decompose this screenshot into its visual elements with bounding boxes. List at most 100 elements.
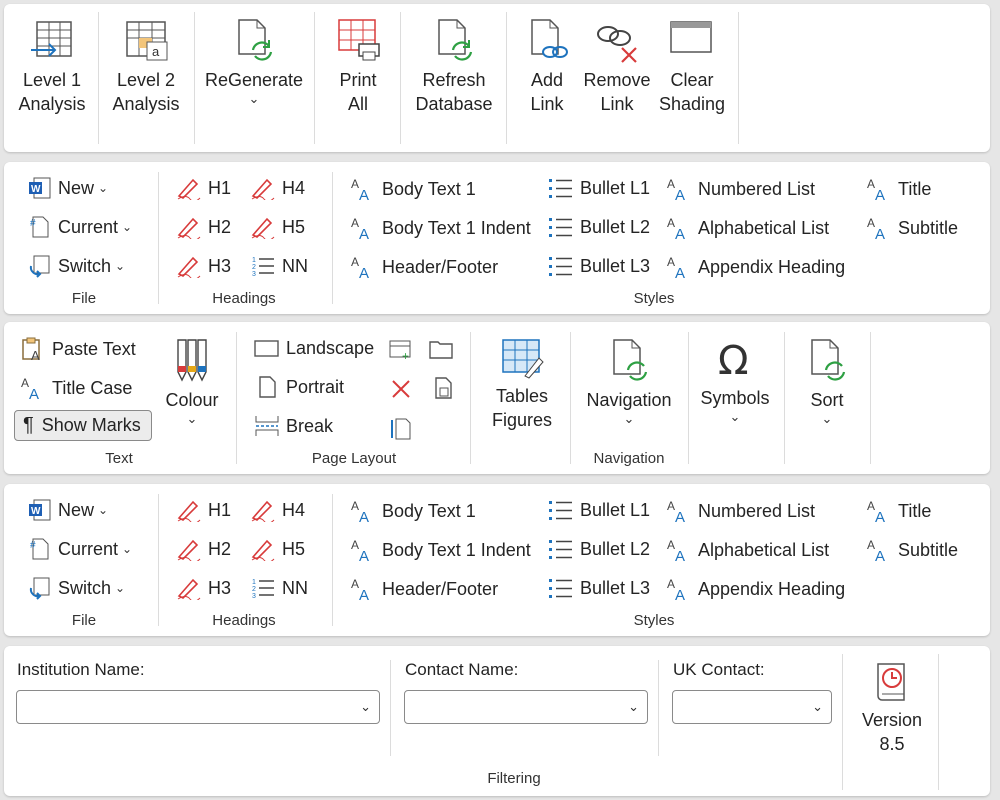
svg-text:+: + xyxy=(402,349,409,362)
chevron-down-icon: ⌄ xyxy=(812,699,823,714)
svg-text:A: A xyxy=(675,265,685,280)
break-button[interactable]: Break xyxy=(254,414,333,438)
regenerate-icon xyxy=(238,19,273,61)
chevron-down-icon: ⌄ xyxy=(122,542,133,556)
contact-name-select[interactable]: ⌄ xyxy=(404,690,648,724)
style-bullet-l3[interactable]: Bullet L3 xyxy=(548,254,650,278)
style-header-footer[interactable]: A A Header/Footer xyxy=(350,576,498,602)
style-title[interactable]: A A Title xyxy=(866,176,931,202)
heading-h5-button[interactable]: H5 xyxy=(250,215,305,239)
pilcrow-icon: ¶ xyxy=(23,414,34,436)
style-body-text-1-indent[interactable]: A A Body Text 1 Indent xyxy=(350,215,531,241)
remove-link-button[interactable]: Remove Link xyxy=(582,16,652,116)
title-label: Title xyxy=(898,178,932,199)
heading-h2-button[interactable]: H2 xyxy=(176,215,231,239)
colour-button[interactable]: Colour ⌄ xyxy=(162,336,222,426)
chevron-down-icon: ⌄ xyxy=(360,699,371,714)
nn-label: NN xyxy=(282,255,308,276)
level1-analysis-button[interactable]: Level 1 Analysis xyxy=(12,16,92,116)
tables-figures-label: Tables Figures xyxy=(491,386,553,430)
heading-nn-button[interactable]: 1 2 3 NN xyxy=(250,254,308,279)
refresh-database-label: Refresh Database xyxy=(415,70,493,114)
navigation-button[interactable]: Navigation ⌄ xyxy=(578,336,680,426)
level2-analysis-button[interactable]: a Level 2 Analysis xyxy=(106,16,186,116)
style-appendix-heading[interactable]: A A Appendix Heading xyxy=(666,254,845,280)
heading-h1-button[interactable]: H1 xyxy=(176,176,231,200)
version-button[interactable]: Version 8.5 xyxy=(852,660,932,756)
portrait-button[interactable]: Portrait xyxy=(254,375,344,399)
tables-figures-button[interactable]: Tables Figures xyxy=(474,336,570,432)
landscape-label: Landscape xyxy=(286,337,375,358)
uk-contact-select[interactable]: ⌄ xyxy=(672,690,832,724)
style-body-text-1[interactable]: A A Body Text 1 xyxy=(350,176,476,202)
insert-section-icon[interactable]: + xyxy=(388,338,414,362)
section-properties-icon[interactable] xyxy=(388,416,414,442)
sort-button[interactable]: Sort ⌄ xyxy=(792,336,862,426)
svg-text:A: A xyxy=(359,509,369,524)
delete-section-icon[interactable] xyxy=(390,378,412,400)
svg-text:2: 2 xyxy=(252,264,256,271)
bullet-list-icon xyxy=(549,579,572,598)
heading-h1-button[interactable]: H1 xyxy=(176,498,231,522)
svg-text:A: A xyxy=(675,509,685,524)
heading-h4-button[interactable]: H4 xyxy=(250,498,305,522)
colour-label: Colour xyxy=(165,390,219,410)
style-appendix-heading[interactable]: A A Appendix Heading xyxy=(666,576,845,602)
portrait-page-icon xyxy=(259,376,276,398)
style-subtitle[interactable]: A A Subtitle xyxy=(866,215,958,241)
symbols-button[interactable]: Ω Symbols ⌄ xyxy=(694,336,776,424)
add-link-button[interactable]: Add Link xyxy=(514,16,580,116)
style-bullet-l3[interactable]: Bullet L3 xyxy=(548,576,650,600)
file-current-button[interactable]: # Current ⌄ xyxy=(28,215,132,239)
print-all-button[interactable]: Print All xyxy=(322,16,394,116)
regenerate-button[interactable]: ReGenerate ⌄ xyxy=(200,16,308,106)
h4-label: H4 xyxy=(282,499,306,520)
file-switch-button[interactable]: Switch ⌄ xyxy=(28,254,125,278)
style-numbered-list[interactable]: A A Numbered List xyxy=(666,176,815,202)
style-bullet-l2[interactable]: Bullet L2 xyxy=(548,537,650,561)
heading-h3-button[interactable]: H3 xyxy=(176,576,231,600)
h1-label: H1 xyxy=(208,177,232,198)
style-body-text-1[interactable]: A A Body Text 1 xyxy=(350,498,476,524)
paste-text-button[interactable]: A Paste Text xyxy=(20,336,136,362)
page-copy-icon[interactable] xyxy=(430,376,456,402)
style-bullet-l1[interactable]: Bullet L1 xyxy=(548,498,650,522)
file-current-button[interactable]: # Current ⌄ xyxy=(28,537,132,561)
style-bullet-l1[interactable]: Bullet L1 xyxy=(548,176,650,200)
file-new-button[interactable]: W New ⌄ xyxy=(28,498,108,522)
style-title[interactable]: A A Title xyxy=(866,498,931,524)
chevron-down-icon: ⌄ xyxy=(98,503,109,517)
style-numbered-list[interactable]: A A Numbered List xyxy=(666,498,815,524)
heading-nn-button[interactable]: 1 2 3 NN xyxy=(250,576,308,601)
style-bullet-l2[interactable]: Bullet L2 xyxy=(548,215,650,239)
heading-h2-button[interactable]: H2 xyxy=(176,537,231,561)
title-case-button[interactable]: A A Title Case xyxy=(20,375,132,401)
folder-icon[interactable] xyxy=(428,338,454,362)
colour-pencils-icon xyxy=(177,339,207,382)
heading-h4-button[interactable]: H4 xyxy=(250,176,305,200)
svg-text:1: 1 xyxy=(252,579,256,586)
style-subtitle[interactable]: A A Subtitle xyxy=(866,537,958,563)
current-document-icon: # xyxy=(30,216,49,238)
svg-text:A: A xyxy=(867,177,875,191)
svg-text:3: 3 xyxy=(252,271,256,278)
file-group-label: File xyxy=(71,290,97,307)
style-alphabetical-list[interactable]: A A Alphabetical List xyxy=(666,537,829,563)
chevron-down-icon: ⌄ xyxy=(186,411,198,426)
refresh-database-button[interactable]: Refresh Database xyxy=(406,16,502,116)
style-body-text-1-indent[interactable]: A A Body Text 1 Indent xyxy=(350,537,531,563)
file-switch-button[interactable]: Switch ⌄ xyxy=(28,576,125,600)
file-current-label: Current xyxy=(58,216,119,237)
file-new-button[interactable]: W New ⌄ xyxy=(28,176,108,200)
svg-text:A: A xyxy=(875,187,885,202)
style-alphabetical-list[interactable]: A A Alphabetical List xyxy=(666,215,829,241)
page-break-icon xyxy=(255,416,279,436)
clear-shading-button[interactable]: Clear Shading xyxy=(654,16,730,116)
switch-icon xyxy=(29,577,50,600)
heading-h3-button[interactable]: H3 xyxy=(176,254,231,278)
institution-name-select[interactable]: ⌄ xyxy=(16,690,380,724)
show-marks-button[interactable]: ¶ Show Marks xyxy=(14,410,152,441)
landscape-button[interactable]: Landscape xyxy=(254,336,374,360)
style-header-footer[interactable]: A A Header/Footer xyxy=(350,254,498,280)
heading-h5-button[interactable]: H5 xyxy=(250,537,305,561)
